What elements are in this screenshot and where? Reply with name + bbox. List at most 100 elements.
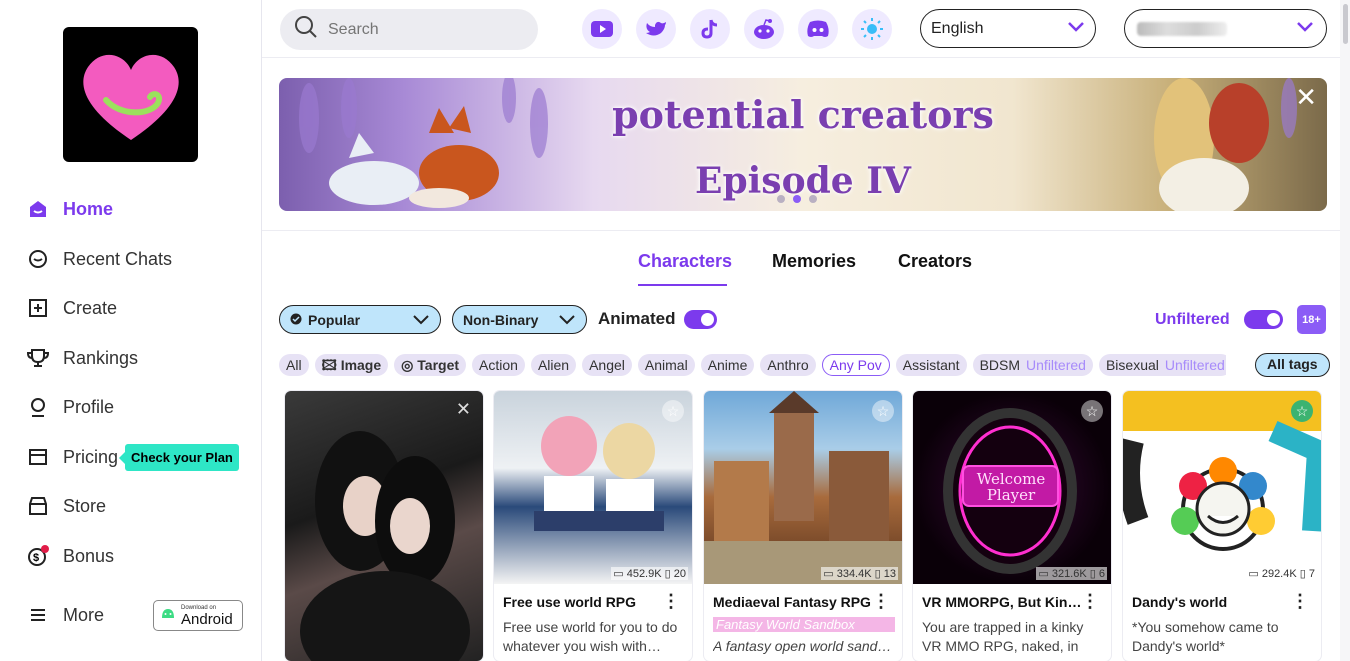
tag-chip[interactable]: Assistant xyxy=(895,354,967,376)
card-description: You are trapped in a kinky VR MMO RPG, n… xyxy=(922,619,1084,661)
adult-content-button[interactable]: 18+ xyxy=(1297,305,1326,334)
chevron-down-icon xyxy=(1296,20,1314,38)
sidebar-item-create[interactable]: Create xyxy=(27,293,117,323)
tag-list: All 🖾 Image ◎ Target Action Alien Angel … xyxy=(279,354,1226,376)
tag-label: Anime xyxy=(707,357,748,373)
sidebar-item-store[interactable]: Store xyxy=(27,491,106,521)
tag-chip[interactable]: Anthro xyxy=(760,354,816,376)
tag-chip[interactable]: 🖾 Image xyxy=(314,354,389,376)
theme-toggle-button[interactable] xyxy=(852,9,892,49)
favorite-star-icon[interactable]: ☆ xyxy=(662,400,684,422)
language-select[interactable]: English xyxy=(920,9,1096,48)
youtube-button[interactable] xyxy=(582,9,622,49)
carousel-dot[interactable] xyxy=(809,195,817,203)
unfiltered-badge: Unfiltered xyxy=(1026,357,1086,373)
card-stats: ▭ 452.9K ▯ 20 xyxy=(611,567,688,580)
android-big-label: Android xyxy=(181,610,233,628)
card-stats: ▭ 321.6K ▯ 6 xyxy=(1036,567,1107,580)
svg-text:$: $ xyxy=(33,552,39,564)
animated-toggle[interactable] xyxy=(684,309,718,329)
sidebar-item-label: Rankings xyxy=(63,347,139,368)
sidebar-item-bonus[interactable]: $ Bonus xyxy=(27,541,114,571)
user-account-menu[interactable] xyxy=(1124,9,1327,48)
tiktok-button[interactable] xyxy=(690,9,730,49)
card-image xyxy=(285,391,483,661)
chevron-down-icon xyxy=(558,312,576,328)
tag-chip-selected[interactable]: Any Pov xyxy=(821,354,890,376)
sidebar-item-more[interactable]: More xyxy=(27,600,104,630)
image-icon: 🖾 xyxy=(321,357,341,373)
card-image xyxy=(704,391,902,584)
sidebar-item-rankings[interactable]: Rankings xyxy=(27,343,138,373)
search-box[interactable] xyxy=(280,9,538,50)
card-description: Free use world for you to do whatever yo… xyxy=(503,619,678,654)
card-menu-icon[interactable]: ⋮ xyxy=(1081,592,1099,610)
carousel-dot-active[interactable] xyxy=(793,195,801,203)
tag-chip[interactable]: Anime xyxy=(700,354,755,376)
tag-label: Animal xyxy=(644,357,688,373)
tag-chip[interactable]: All xyxy=(279,354,309,376)
favorite-star-icon[interactable]: ☆ xyxy=(1081,400,1103,422)
card-subtitle: Fantasy World Sandbox xyxy=(713,617,895,632)
character-card[interactable]: ☆ ▭ 292.4K ▯ 7 Dandy's world ⋮ *You some… xyxy=(1123,391,1321,661)
carousel-dot[interactable] xyxy=(777,195,785,203)
tab-creators[interactable]: Creators xyxy=(898,251,972,272)
favorite-star-icon[interactable]: ☆ xyxy=(1291,400,1313,422)
character-card[interactable]: ☆ ▭ 452.9K ▯ 20 Free use world RPG ⋮ Fre… xyxy=(494,391,692,661)
sidebar-item-profile[interactable]: Profile xyxy=(27,392,114,422)
sort-dropdown[interactable]: Popular xyxy=(279,305,441,334)
search-input[interactable] xyxy=(328,20,518,39)
all-tags-button[interactable]: All tags xyxy=(1255,353,1330,377)
tag-chip[interactable]: Animal xyxy=(637,354,695,376)
sort-value: Popular xyxy=(308,311,361,328)
character-card[interactable]: ✕ xyxy=(285,391,483,661)
sidebar-item-label: Profile xyxy=(63,396,115,417)
app-logo[interactable] xyxy=(63,27,198,162)
character-card[interactable]: ☆ ▭ 334.4K ▯ 13 Mediaeval Fantasy RPG ⋮ … xyxy=(704,391,902,661)
reddit-button[interactable] xyxy=(744,9,784,49)
sidebar-item-label: Create xyxy=(63,297,118,318)
tab-characters[interactable]: Characters xyxy=(638,251,732,272)
chevron-down-icon xyxy=(412,312,430,328)
card-menu-icon[interactable]: ⋮ xyxy=(872,592,890,610)
tab-memories[interactable]: Memories xyxy=(772,251,856,272)
android-download-button[interactable]: Download on Android xyxy=(153,600,243,631)
tag-label: Anthro xyxy=(767,357,809,373)
language-value: English xyxy=(931,19,984,37)
popular-icon xyxy=(290,312,302,328)
memory-count: 20 xyxy=(673,568,686,580)
character-card[interactable]: Welcome Player ☆ ▭ 321.6K ▯ 6 VR MMORPG,… xyxy=(913,391,1111,661)
tag-label: All xyxy=(286,357,302,373)
scrollbar[interactable] xyxy=(1340,0,1350,661)
favorite-star-icon[interactable]: ☆ xyxy=(872,400,894,422)
tag-chip[interactable]: Action xyxy=(472,354,525,376)
unfiltered-label: Unfiltered xyxy=(1155,310,1230,328)
sidebar-item-recent-chats[interactable]: Recent Chats xyxy=(27,244,172,274)
banner-close-icon[interactable]: ✕ xyxy=(1295,84,1317,110)
hide-card-icon[interactable]: ✕ xyxy=(456,399,471,420)
card-menu-icon[interactable]: ⋮ xyxy=(662,592,680,610)
tag-chip[interactable]: Bisexual Unfiltered xyxy=(1098,354,1226,376)
twitter-button[interactable] xyxy=(636,9,676,49)
tag-chip[interactable]: ◎ Target xyxy=(394,354,467,376)
tag-label: Image xyxy=(340,357,382,373)
tag-chip[interactable]: Angel xyxy=(582,354,632,376)
sidebar-item-home[interactable]: Home xyxy=(27,194,113,224)
scrollbar-thumb[interactable] xyxy=(1343,4,1348,44)
sidebar-item-pricing[interactable]: Pricing xyxy=(27,442,118,472)
sidebar-item-label: Pricing xyxy=(63,446,119,467)
tag-chip[interactable]: Alien xyxy=(530,354,577,376)
card-menu-icon[interactable]: ⋮ xyxy=(1291,592,1309,610)
tag-label: Alien xyxy=(537,357,570,373)
discord-button[interactable] xyxy=(798,9,838,49)
promo-banner[interactable]: potential creators Episode IV ✕ xyxy=(279,78,1327,211)
check-plan-tooltip[interactable]: Check your Plan xyxy=(119,444,239,471)
sidebar: Home Recent Chats Create Rankings Profil… xyxy=(0,0,262,661)
tag-chip[interactable]: BDSM Unfiltered xyxy=(972,354,1093,376)
unfiltered-toggle[interactable] xyxy=(1243,310,1283,329)
card-stats: ▭ 334.4K ▯ 13 xyxy=(821,567,898,580)
top-bar: English xyxy=(262,0,1350,58)
gender-dropdown[interactable]: Non-Binary xyxy=(452,305,587,334)
card-image xyxy=(1123,391,1321,584)
sidebar-item-label: Recent Chats xyxy=(63,248,173,269)
